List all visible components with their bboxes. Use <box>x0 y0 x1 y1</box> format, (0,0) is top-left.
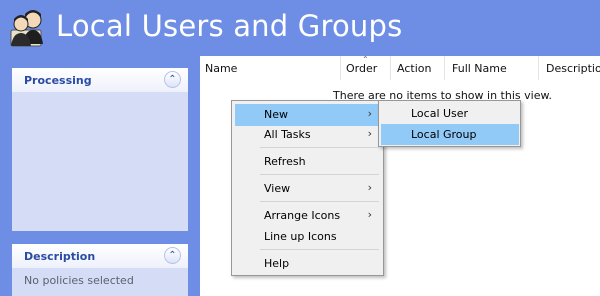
processing-panel-header[interactable]: Processing ⌃ <box>12 68 188 92</box>
menu-item-refresh[interactable]: Refresh <box>235 151 380 173</box>
submenu-item-label: Local User <box>411 107 469 120</box>
sidebar: Processing ⌃ Description ⌃ No policies s… <box>0 56 200 296</box>
users-icon <box>10 10 43 47</box>
submenu-arrow-icon: › <box>367 181 372 194</box>
column-divider[interactable] <box>340 56 341 80</box>
menu-item-arrange-icons[interactable]: Arrange Icons › <box>235 205 380 227</box>
column-header-name[interactable]: Name <box>205 62 237 78</box>
menu-item-label: View <box>264 182 291 195</box>
menu-separator <box>260 201 379 202</box>
title-bar: Local Users and Groups <box>0 0 600 56</box>
menu-item-view[interactable]: View › <box>235 178 380 200</box>
submenu-arrow-icon: › <box>367 127 372 140</box>
context-menu: New › All Tasks › Refresh View › Arrange… <box>231 100 384 276</box>
column-divider[interactable] <box>444 56 445 80</box>
submenu-arrow-icon: › <box>367 107 372 120</box>
menu-item-new[interactable]: New › <box>235 104 380 126</box>
column-header-order[interactable]: Order <box>346 62 377 78</box>
description-panel-header[interactable]: Description ⌃ <box>12 244 188 268</box>
menu-item-label: New <box>264 108 288 121</box>
menu-separator <box>260 147 379 148</box>
menu-item-line-up-icons[interactable]: Line up Icons <box>235 226 380 248</box>
collapse-up-icon[interactable]: ⌃ <box>164 247 181 264</box>
column-divider[interactable] <box>390 56 391 80</box>
submenu-item-local-group[interactable]: Local Group <box>381 124 519 145</box>
new-submenu: Local User Local Group <box>378 100 521 147</box>
menu-separator <box>260 174 379 175</box>
menu-separator <box>260 249 379 250</box>
menu-item-help[interactable]: Help <box>235 253 380 275</box>
menu-item-label: Refresh <box>264 155 306 168</box>
column-header-description[interactable]: Description <box>546 62 600 78</box>
menu-item-label: Arrange Icons <box>264 209 341 222</box>
menu-item-label: Help <box>264 257 290 270</box>
column-header-full-name[interactable]: Full Name <box>452 62 507 78</box>
column-header-action[interactable]: Action <box>397 62 431 78</box>
menu-item-label: Line up Icons <box>264 230 337 243</box>
description-text: No policies selected <box>24 274 134 287</box>
collapse-up-icon[interactable]: ⌃ <box>164 71 181 88</box>
processing-panel-title: Processing <box>24 74 92 87</box>
menu-item-all-tasks[interactable]: All Tasks › <box>235 124 380 146</box>
column-divider[interactable] <box>538 56 539 80</box>
menu-item-label: All Tasks <box>264 128 311 141</box>
window-title: Local Users and Groups <box>56 9 403 43</box>
submenu-item-local-user[interactable]: Local User <box>381 103 519 124</box>
submenu-item-label: Local Group <box>411 128 477 141</box>
submenu-arrow-icon: › <box>367 208 372 221</box>
description-panel: Description ⌃ No policies selected <box>12 244 188 296</box>
processing-panel: Processing ⌃ <box>12 68 188 231</box>
description-panel-title: Description <box>24 250 96 263</box>
